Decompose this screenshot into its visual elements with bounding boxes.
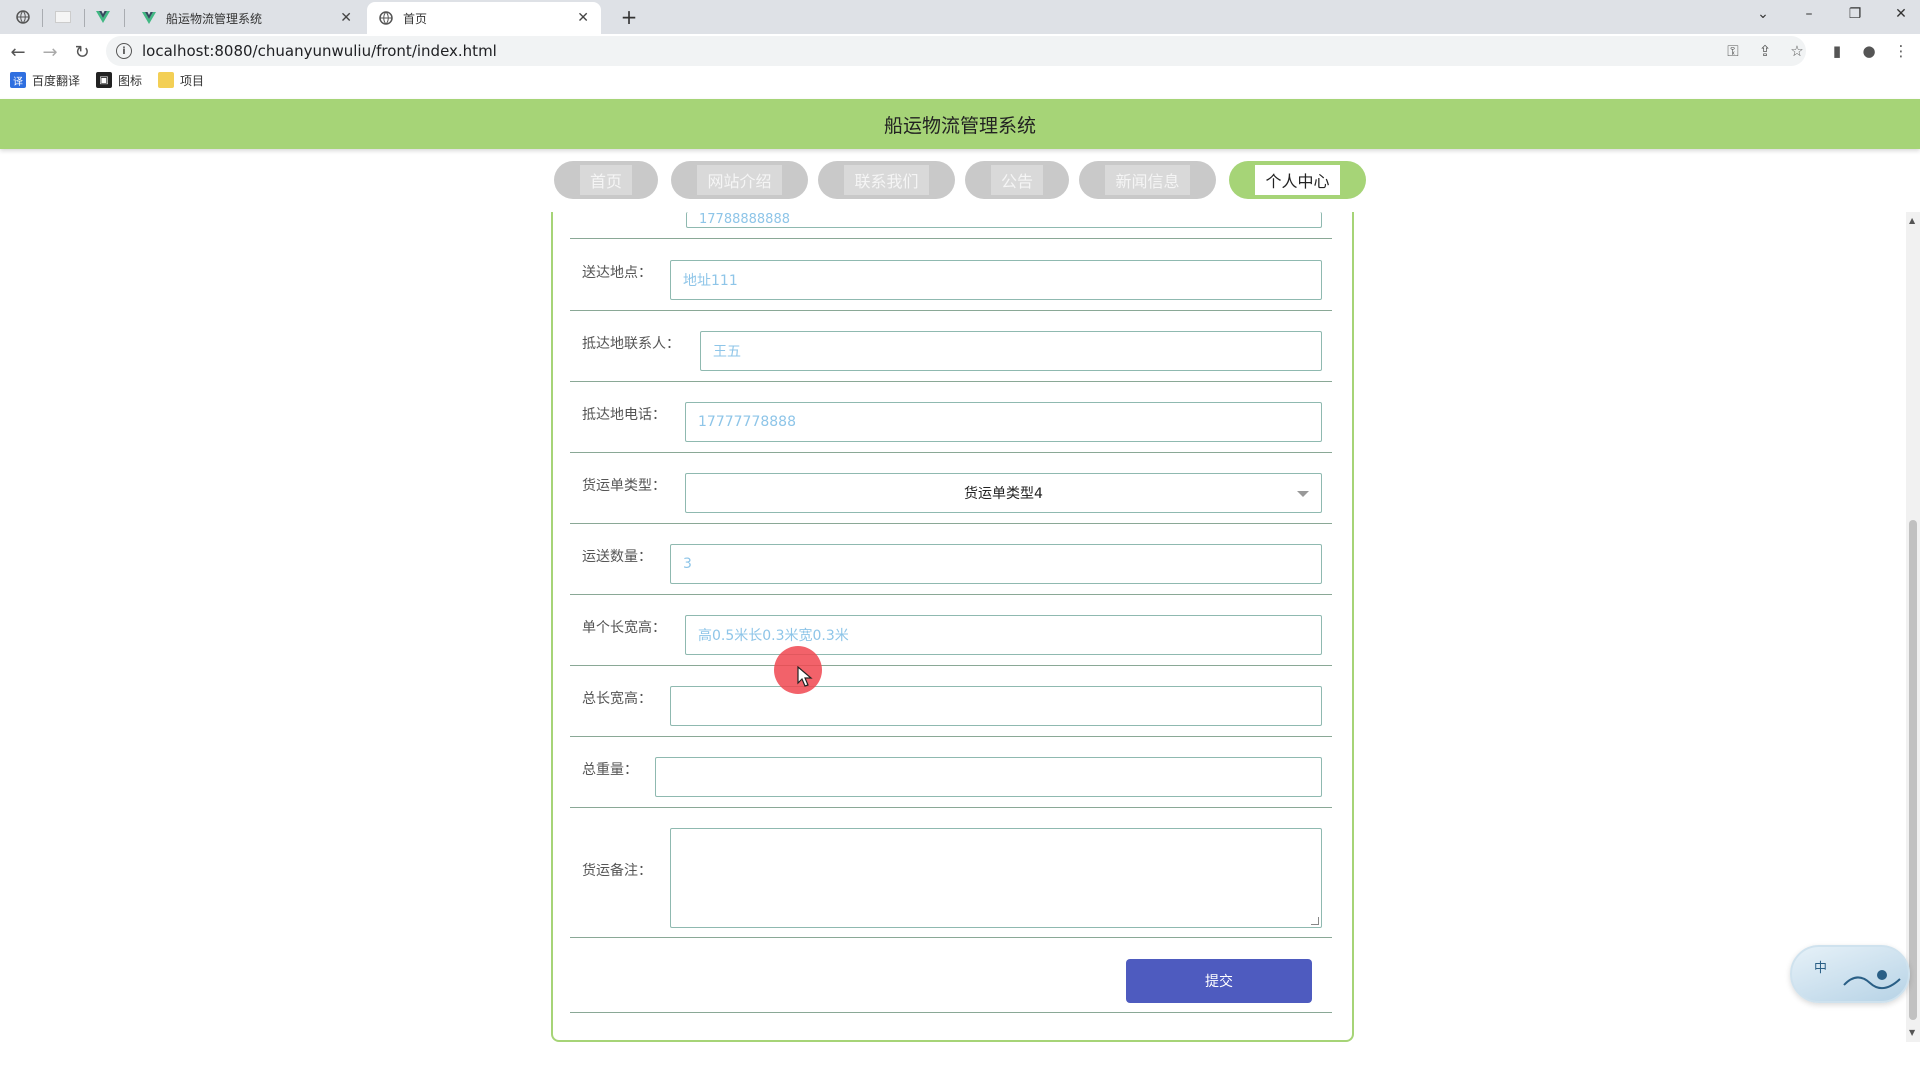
field-label: 总长宽高： [582, 691, 652, 707]
field-label: 单个长宽高： [582, 620, 666, 636]
browser-toolbar: ← → ↻ i localhost:8080/chuanyunwuliu/fro… [0, 34, 1920, 96]
reload-icon[interactable]: ↻ [68, 38, 96, 66]
window-close-icon[interactable]: ✕ [1878, 0, 1920, 28]
field-label: 抵达地电话： [582, 407, 666, 423]
scroll-up-icon[interactable]: ▲ [1909, 216, 1915, 225]
page-scrollbar[interactable]: ▲ ▼ [1906, 212, 1920, 1042]
tab-title: 船运物流管理系统 [166, 11, 263, 26]
field-label: 运送数量： [582, 549, 652, 565]
translate-icon: 译 [10, 72, 26, 88]
row-divider [570, 1012, 1332, 1013]
submit-button[interactable]: 提交 [1126, 959, 1312, 1003]
nav-item-about[interactable]: 网站介绍 [671, 161, 808, 199]
row-divider [570, 381, 1332, 382]
field-label: 抵达地联系人： [582, 336, 680, 352]
globe-icon[interactable] [4, 4, 42, 30]
unit-dimensions-input[interactable]: 高0.5米长0.3米宽0.3米 [685, 615, 1322, 655]
key-icon[interactable]: ⚿ [1724, 42, 1742, 60]
side-panel-icon[interactable]: ▮ [1828, 42, 1846, 60]
chevron-down-icon [1297, 491, 1309, 497]
row-divider [570, 523, 1332, 524]
bookmark-item[interactable]: 译 百度翻译 [10, 72, 80, 89]
address-bar[interactable]: i localhost:8080/chuanyunwuliu/front/ind… [106, 36, 1806, 66]
nav-item-notice[interactable]: 公告 [965, 161, 1069, 199]
minimize-icon[interactable]: – [1786, 0, 1832, 28]
field-label: 总重量： [582, 762, 638, 778]
folder-icon [158, 72, 175, 88]
vue-icon[interactable] [84, 4, 122, 30]
destination-phone-input[interactable]: 17777778888 [685, 402, 1322, 442]
close-icon[interactable]: ✕ [577, 10, 589, 26]
share-icon[interactable]: ⇪ [1756, 42, 1774, 60]
nav-item-contact[interactable]: 联系我们 [818, 161, 955, 199]
wave-icon [1843, 970, 1901, 990]
delivery-address-input[interactable]: 地址111 [670, 260, 1322, 300]
vue-icon [142, 12, 156, 24]
bookmark-item[interactable]: 项目 [158, 72, 204, 89]
forward-icon[interactable]: → [36, 38, 64, 66]
row-divider [570, 594, 1332, 595]
back-icon[interactable]: ← [4, 38, 32, 66]
row-divider [570, 238, 1332, 239]
restore-icon[interactable]: ❐ [1832, 0, 1878, 28]
image-icon: ▣ [96, 72, 113, 88]
scroll-down-icon[interactable]: ▼ [1909, 1028, 1915, 1037]
row-divider [570, 807, 1332, 808]
total-weight-input[interactable] [655, 757, 1322, 797]
mouse-cursor-icon [797, 666, 813, 687]
destination-contact-input[interactable]: 王五 [700, 331, 1322, 371]
profile-icon[interactable]: ● [1860, 42, 1878, 60]
info-icon[interactable]: i [116, 43, 132, 59]
row-divider [570, 665, 1332, 666]
tab-title: 首页 [403, 11, 428, 26]
close-icon[interactable]: ✕ [340, 10, 352, 26]
menu-icon[interactable]: ⋮ [1892, 42, 1910, 60]
nav-item-news[interactable]: 新闻信息 [1079, 161, 1216, 199]
globe-icon [379, 11, 393, 25]
tab-search-icon[interactable]: ⌄ [1740, 0, 1786, 28]
bookmark-item[interactable]: ▣ 图标 [96, 72, 142, 89]
select-value: 货运单类型4 [964, 486, 1043, 502]
blank-tab-icon[interactable] [44, 4, 82, 30]
row-divider [570, 310, 1332, 311]
url-text: localhost:8080/chuanyunwuliu/front/index… [142, 42, 497, 60]
phone-field-partial[interactable]: 17788888888 [686, 212, 1322, 228]
new-tab-icon[interactable]: + [614, 2, 644, 32]
field-label: 货运单类型： [582, 478, 666, 494]
main-nav: 首页 网站介绍 联系我们 公告 新闻信息 个人中心 [0, 161, 1920, 201]
total-dimensions-input[interactable] [670, 686, 1322, 726]
row-divider [570, 452, 1332, 453]
row-divider [570, 937, 1332, 938]
widget-label: 中 [1814, 961, 1828, 976]
field-label: 送达地点： [582, 265, 652, 281]
scroll-thumb[interactable] [1909, 520, 1917, 1020]
browser-tab-bar: 船运物流管理系统 ✕ 首页 ✕ + ⌄ – ❐ ✕ [0, 0, 1920, 34]
site-title: 船运物流管理系统 [0, 99, 1920, 149]
field-label: 货运备注： [582, 863, 652, 879]
bookmark-star-icon[interactable]: ☆ [1788, 42, 1806, 60]
bookmarks-bar: 译 百度翻译 ▣ 图标 项目 [0, 66, 210, 94]
quantity-input[interactable]: 3 [670, 544, 1322, 584]
nav-item-profile[interactable]: 个人中心 [1229, 161, 1366, 199]
tab-system[interactable]: 船运物流管理系统 ✕ [130, 2, 364, 34]
floating-assistant-widget[interactable]: 中 [1790, 945, 1910, 1003]
resize-grip-icon[interactable] [1311, 917, 1319, 925]
order-type-select[interactable]: 货运单类型4 [685, 473, 1322, 513]
row-divider [570, 736, 1332, 737]
remarks-textarea[interactable] [670, 828, 1322, 928]
nav-item-home[interactable]: 首页 [554, 161, 658, 199]
tab-home[interactable]: 首页 ✕ [367, 2, 601, 34]
